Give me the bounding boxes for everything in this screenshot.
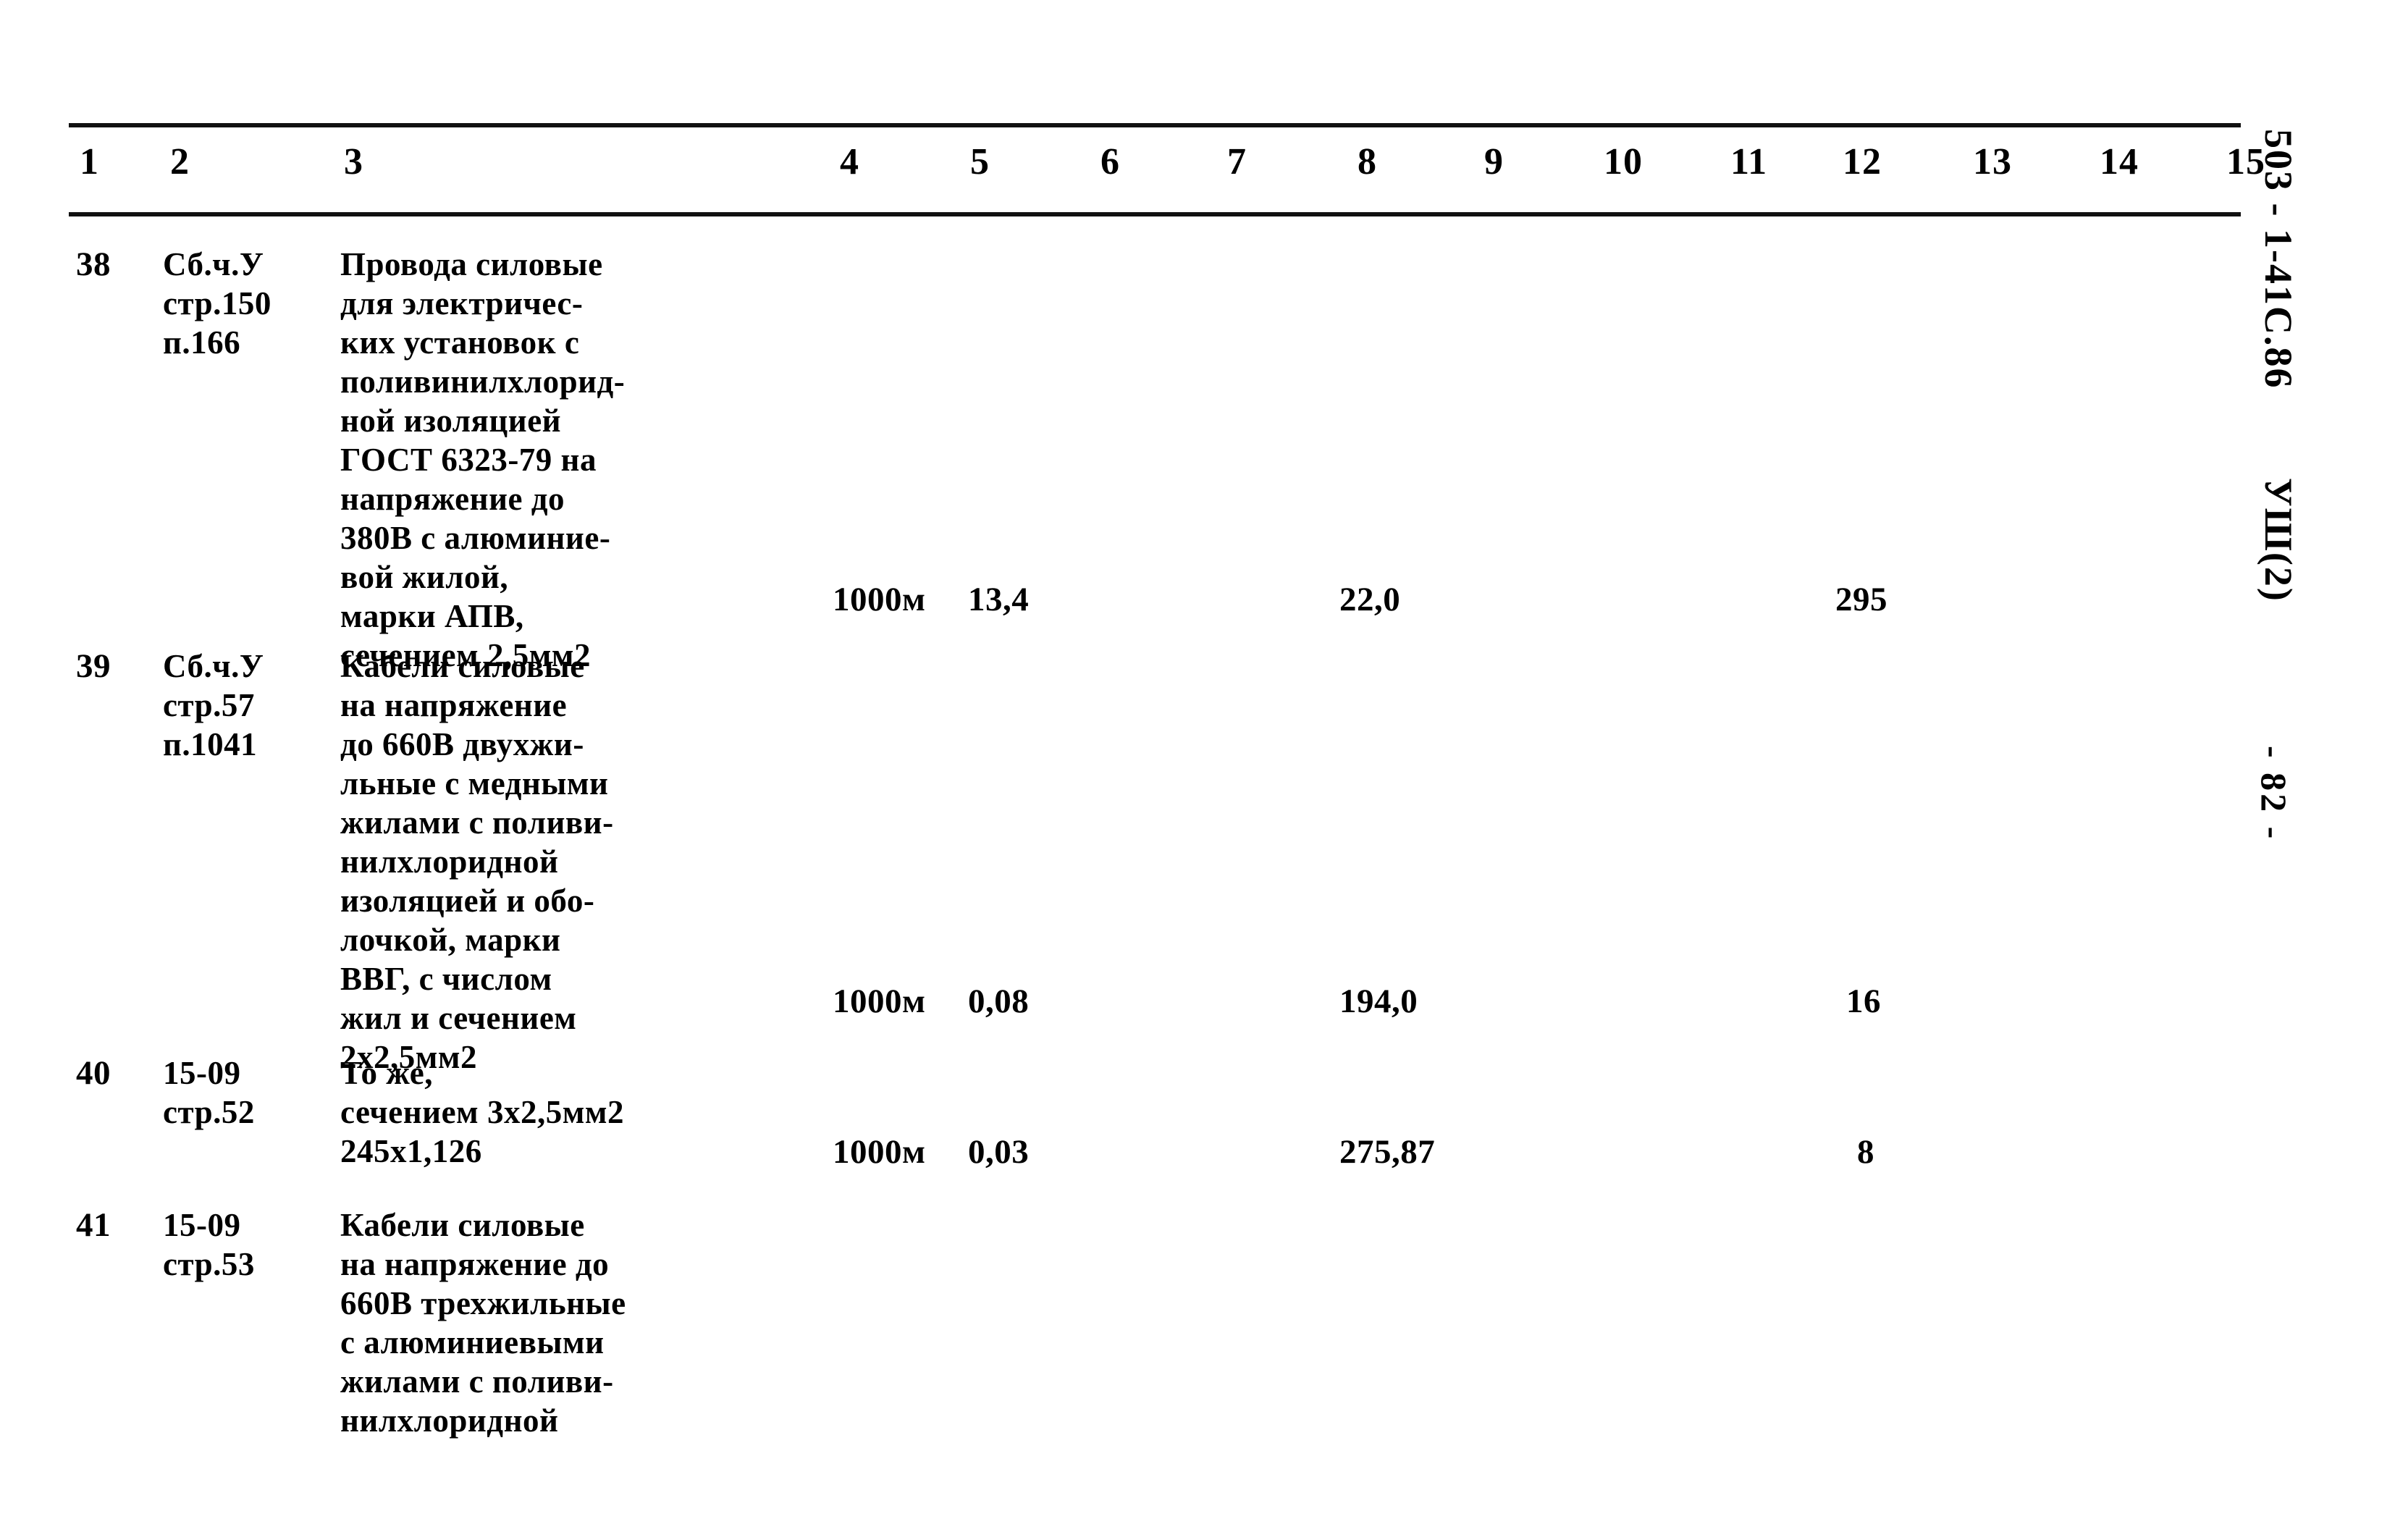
row-col12-value: 16	[1846, 983, 1881, 1020]
document-section-margin: УШ(2)	[2257, 478, 2300, 602]
column-header-6: 6	[1100, 141, 1120, 182]
table-header-bottom-rule	[69, 212, 2241, 216]
row-col5-value: 13,4	[968, 581, 1030, 618]
column-header-13: 13	[1973, 141, 2012, 182]
column-header-12: 12	[1843, 141, 1882, 182]
column-header-7: 7	[1227, 141, 1247, 182]
row-source-code: 15-09 стр.53	[163, 1207, 255, 1282]
row-unit: 1000м	[833, 1133, 926, 1171]
row-number: 38	[76, 245, 111, 283]
row-col5-value: 0,08	[968, 983, 1030, 1020]
page-number-margin: - 82 -	[2254, 746, 2294, 842]
column-header-4: 4	[840, 141, 859, 182]
row-unit: 1000м	[833, 983, 926, 1020]
column-header-9: 9	[1484, 141, 1504, 182]
row-source-code: Сб.ч.У стр.57 п.1041	[163, 648, 264, 762]
row-number: 39	[76, 647, 111, 685]
row-description: То же, сечением 3х2,5мм2 245х1,126	[340, 1055, 625, 1169]
document-page: 1 2 3 4 5 6 7 8 9 10 11 12 13 14 15 38 С…	[0, 0, 2395, 1540]
column-header-2: 2	[170, 141, 190, 182]
row-col8-value: 194,0	[1339, 983, 1418, 1020]
row-col8-value: 275,87	[1339, 1133, 1436, 1171]
column-header-1: 1	[80, 141, 99, 182]
document-code-margin: 503 - 1-41С.86	[2257, 129, 2300, 390]
row-source-code: 15-09 стр.52	[163, 1055, 255, 1130]
column-header-8: 8	[1358, 141, 1377, 182]
row-col12-value: 295	[1835, 581, 1887, 618]
row-source-code: Сб.ч.У стр.150 п.166	[163, 246, 272, 361]
row-col5-value: 0,03	[968, 1133, 1030, 1171]
row-number: 41	[76, 1206, 111, 1244]
row-unit: 1000м	[833, 581, 926, 618]
column-header-5: 5	[970, 141, 990, 182]
row-description: Кабели силовые на напряжение до 660В тре…	[340, 1207, 626, 1439]
row-description: Провода силовые для электричес- ких уста…	[340, 246, 626, 673]
column-header-3: 3	[344, 141, 363, 182]
row-number: 40	[76, 1054, 111, 1092]
column-header-11: 11	[1730, 141, 1768, 182]
column-header-10: 10	[1604, 141, 1643, 182]
row-col12-value: 8	[1857, 1133, 1874, 1171]
row-col8-value: 22,0	[1339, 581, 1401, 618]
column-header-14: 14	[2100, 141, 2139, 182]
row-description: Кабели силовые на напряжение до 660В дву…	[340, 648, 614, 1075]
table-header-top-rule	[69, 123, 2241, 127]
